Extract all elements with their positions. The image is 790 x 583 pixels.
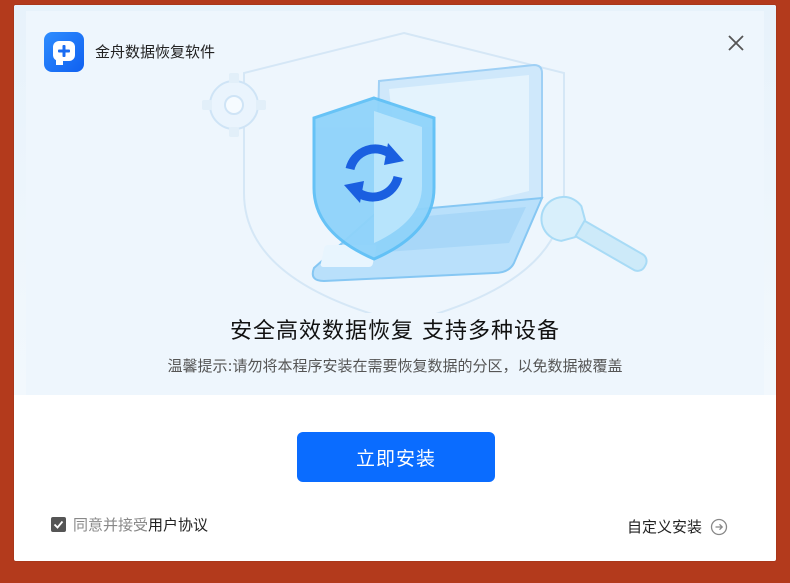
close-icon	[728, 35, 744, 51]
custom-install-button[interactable]: 自定义安装	[627, 516, 728, 537]
hero-banner: 金舟数据恢复软件 安全高效数据恢复 支持多种设备 温馨提示:请勿将本程序安装在需…	[14, 5, 776, 395]
gear-icon	[202, 73, 266, 137]
user-agreement-link[interactable]: 用户协议	[148, 514, 208, 535]
arrow-right-circle-icon	[710, 518, 728, 535]
install-hint: 温馨提示:请勿将本程序安装在需要恢复数据的分区，以免数据被覆盖	[167, 357, 623, 375]
agreement-row: 同意并接受 用户协议	[51, 514, 208, 535]
check-icon	[53, 520, 64, 529]
agree-checkbox[interactable]	[51, 517, 66, 532]
app-logo-icon	[44, 32, 84, 72]
app-title: 金舟数据恢复软件	[95, 43, 216, 61]
wrench-icon	[540, 195, 648, 272]
headline: 安全高效数据恢复 支持多种设备	[230, 319, 560, 344]
custom-install-label: 自定义安装	[627, 518, 703, 536]
close-button[interactable]	[724, 31, 748, 55]
installer-window: 金舟数据恢复软件 安全高效数据恢复 支持多种设备 温馨提示:请勿将本程序安装在需…	[14, 5, 776, 561]
agree-label: 同意并接受	[73, 516, 149, 534]
laptop-shield-illustration	[202, 31, 648, 313]
install-now-button[interactable]: 立即安装	[297, 432, 495, 482]
